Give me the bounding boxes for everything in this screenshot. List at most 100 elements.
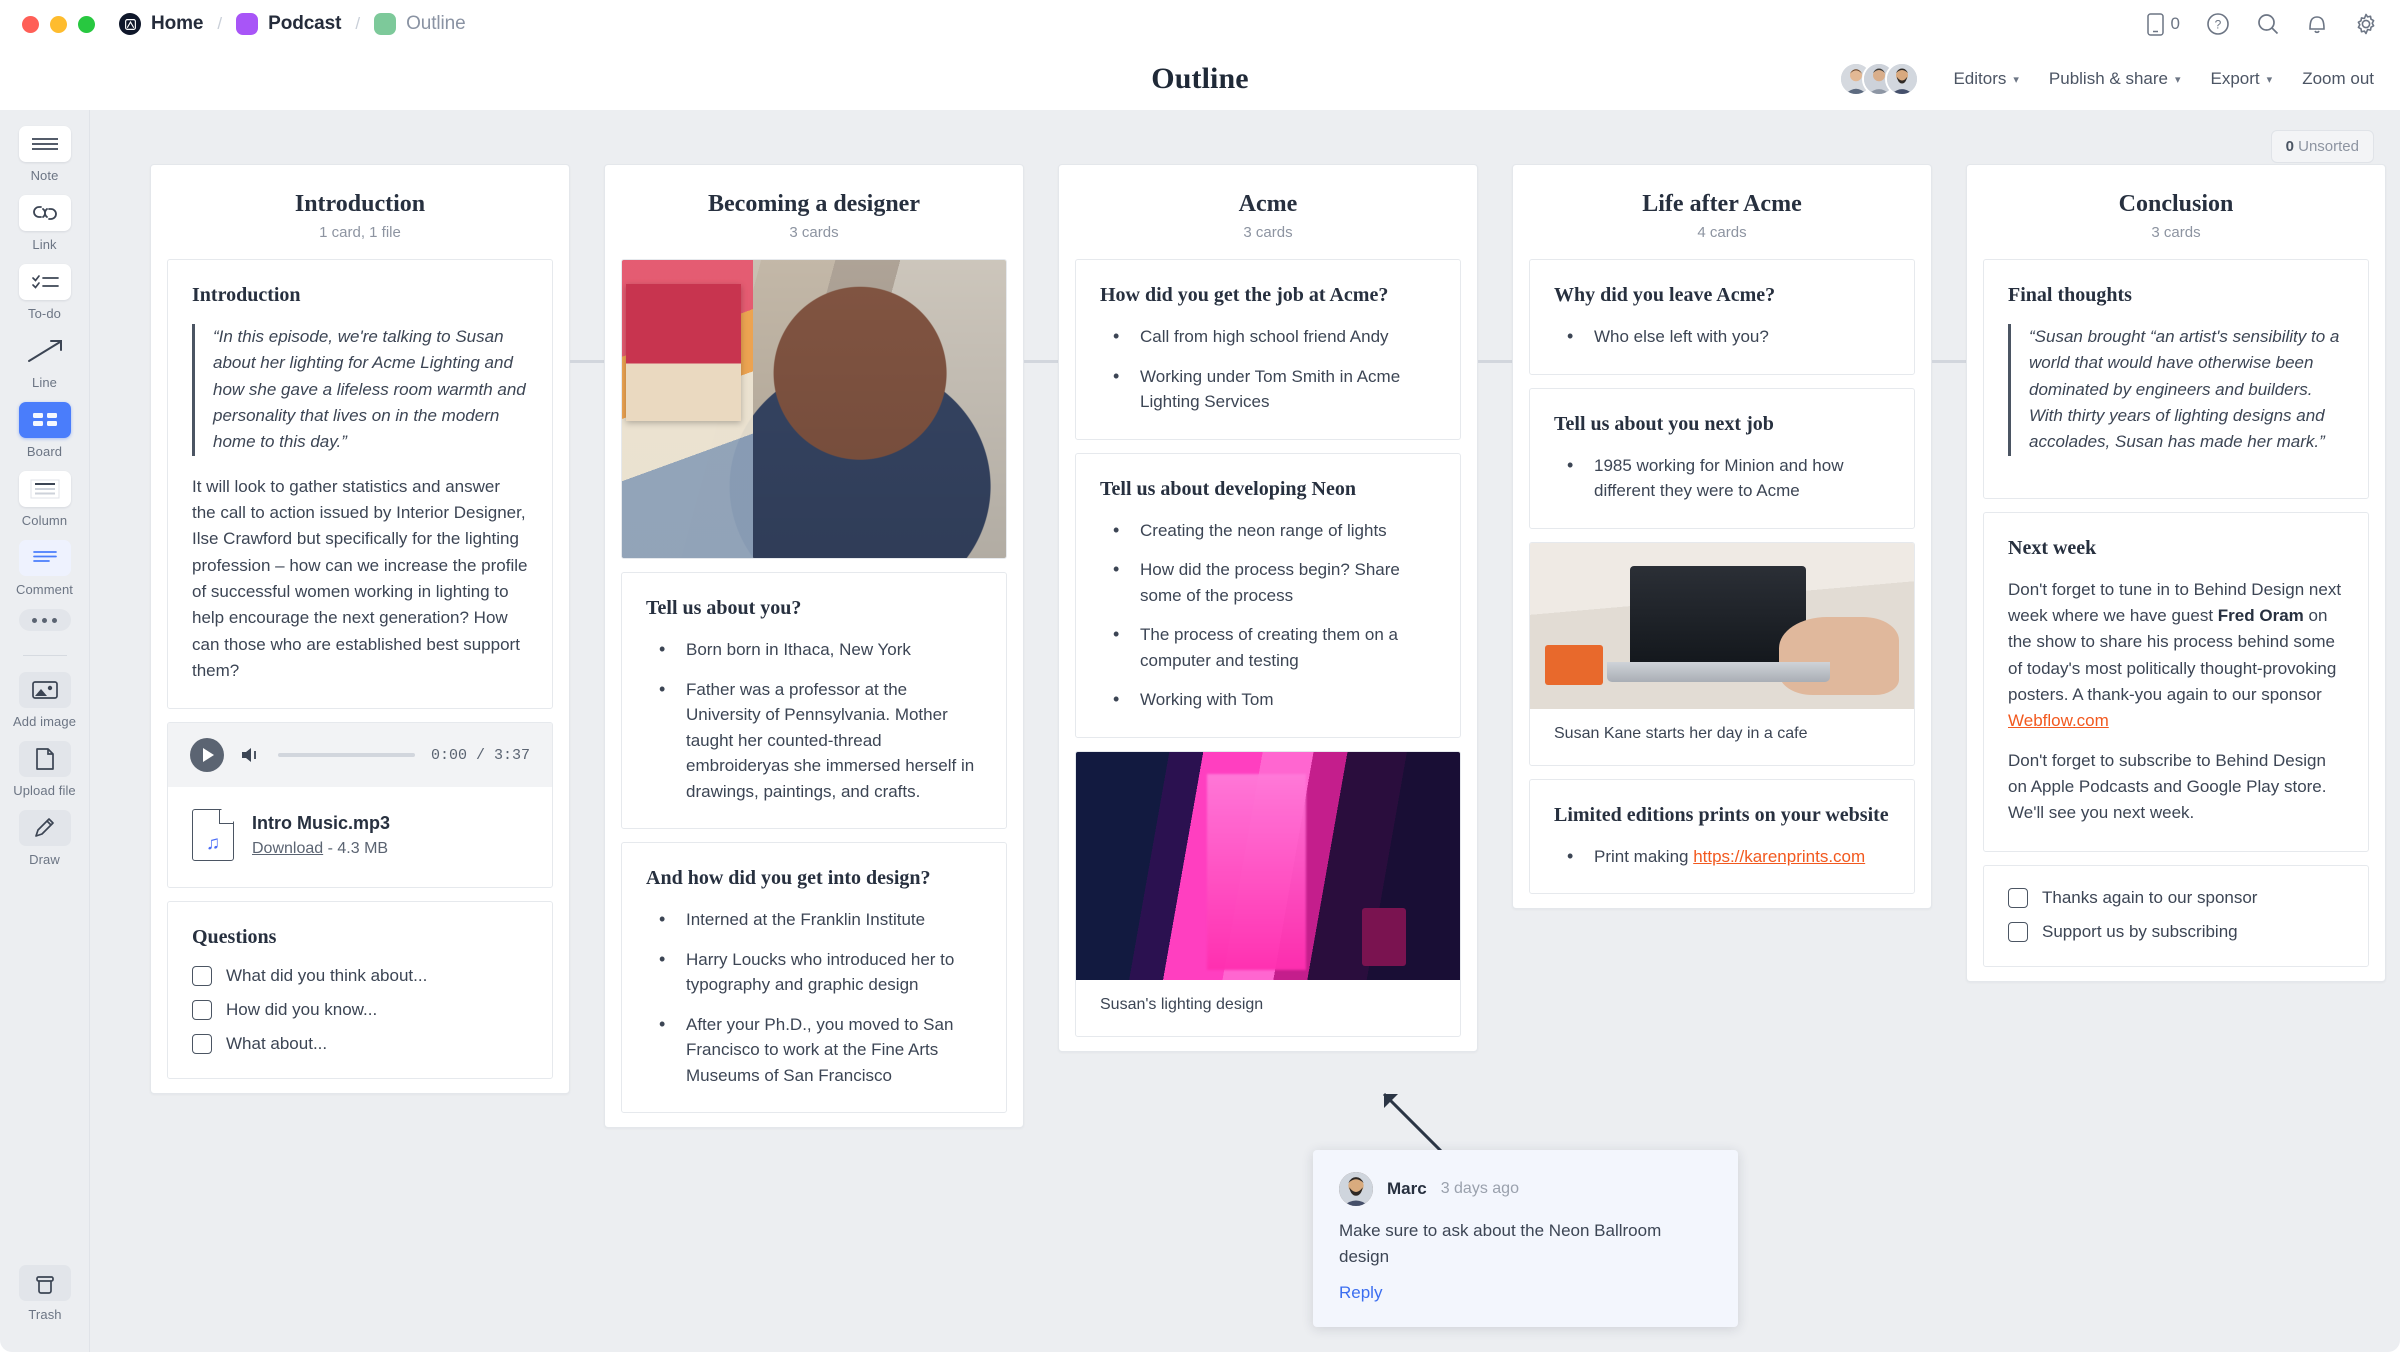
column-life-after-acme[interactable]: Life after Acme 4 cards Why did you leav…: [1512, 164, 1932, 909]
tool-line[interactable]: Line: [0, 333, 90, 390]
zoom-out-button[interactable]: Zoom out: [2302, 69, 2374, 89]
download-link[interactable]: Download: [252, 840, 323, 857]
audio-player[interactable]: 0:00 / 3:37: [168, 723, 552, 788]
tool-comment[interactable]: Comment: [0, 540, 90, 597]
card-next-job[interactable]: Tell us about you next job 1985 working …: [1529, 387, 1915, 529]
card-conclusion-todo[interactable]: Thanks again to our sponsor Support us b…: [1983, 864, 2369, 967]
close-window-button[interactable]: [22, 15, 39, 33]
tool-link[interactable]: Link: [0, 195, 90, 252]
column-conclusion[interactable]: Conclusion 3 cards Final thoughts “Susan…: [1966, 164, 2386, 982]
card-title: Limited editions prints on your website: [1554, 803, 1889, 826]
tool-board-label: Board: [26, 444, 63, 459]
todo-item[interactable]: How did you know...: [192, 1000, 528, 1021]
todo-icon: [18, 264, 71, 300]
settings-gear-icon[interactable]: [2354, 12, 2378, 36]
tool-note[interactable]: Note: [0, 126, 90, 183]
breadcrumb-item-podcast[interactable]: Podcast: [236, 13, 341, 35]
card-neon-image[interactable]: Susan's lighting design: [1075, 750, 1461, 1037]
bullet-item: Working with Tom: [1100, 686, 1436, 712]
card-designer-image[interactable]: [621, 259, 1007, 559]
todo-item[interactable]: What did you think about...: [192, 966, 528, 987]
column-becoming-a-designer[interactable]: Becoming a designer 3 cards Tell us abou…: [604, 164, 1024, 1128]
card-introduction-note[interactable]: Introduction “In this episode, we're tal…: [167, 259, 553, 710]
card-why-did-you-leave-acme[interactable]: Why did you leave Acme? Who else left wi…: [1529, 259, 1915, 375]
todo-item[interactable]: Thanks again to our sponsor: [2008, 887, 2344, 908]
card-developing-neon[interactable]: Tell us about developing Neon Creating t…: [1075, 452, 1461, 738]
card-title: Introduction: [192, 284, 301, 306]
card-final-thoughts[interactable]: Final thoughts “Susan brought “an artist…: [1983, 259, 2369, 499]
editor-avatars[interactable]: [1839, 62, 1920, 96]
search-icon[interactable]: [2256, 12, 2280, 36]
todo-item[interactable]: Support us by subscribing: [2008, 921, 2344, 942]
card-how-did-you-get-into-design[interactable]: And how did you get into design? Interne…: [621, 842, 1007, 1113]
svg-text:?: ?: [2215, 18, 2222, 32]
notifications-bell-icon[interactable]: [2306, 12, 2328, 36]
column-acme[interactable]: Acme 3 cards How did you get the job at …: [1058, 164, 1478, 1052]
play-button[interactable]: [190, 738, 224, 773]
card-limited-editions-prints[interactable]: Limited editions prints on your website …: [1529, 778, 1915, 894]
card-next-week[interactable]: Next week Don't forget to tune in to Beh…: [1983, 511, 2369, 852]
todo-label: Thanks again to our sponsor: [2042, 887, 2258, 907]
volume-icon[interactable]: [240, 746, 262, 764]
file-attachment[interactable]: ♫ Intro Music.mp3 Download - 4.3 MB: [168, 787, 552, 887]
comment-pointer-arrow: [1382, 1092, 1444, 1154]
bullet-item: Working under Tom Smith in Acme Lighting…: [1100, 363, 1436, 415]
tool-draw[interactable]: Draw: [0, 810, 90, 867]
file-name: Intro Music.mp3: [252, 812, 391, 833]
checkbox[interactable]: [2008, 887, 2028, 908]
tool-trash[interactable]: Trash: [0, 1265, 90, 1322]
column-subtitle: 3 cards: [1243, 224, 1293, 241]
bullet-list: Interned at the Franklin Institute Harry…: [646, 906, 982, 1088]
card-title: How did you get the job at Acme?: [1100, 284, 1389, 306]
audio-progress-slider[interactable]: [278, 753, 415, 758]
export-dropdown[interactable]: Export ▾: [2211, 69, 2273, 89]
tool-column[interactable]: Column: [0, 471, 90, 528]
column-connector: [570, 360, 604, 363]
column-subtitle: 1 card, 1 file: [319, 224, 401, 241]
column-header: Acme 3 cards: [1059, 165, 1477, 259]
unsorted-badge[interactable]: 0 Unsorted: [2270, 130, 2374, 163]
webflow-link[interactable]: Webflow.com: [2008, 711, 2109, 730]
breadcrumb-item-outline[interactable]: Outline: [374, 13, 466, 35]
card-how-did-you-get-the-job[interactable]: How did you get the job at Acme? Call fr…: [1075, 259, 1461, 440]
checkbox[interactable]: [192, 1034, 212, 1055]
bullet-list: Print making https://karenprints.com: [1554, 843, 1890, 869]
column-subtitle: 4 cards: [1697, 224, 1747, 241]
todo-item[interactable]: What about...: [192, 1034, 528, 1055]
publish-share-dropdown[interactable]: Publish & share ▾: [2049, 69, 2181, 89]
comment-author: Marc: [1387, 1179, 1427, 1198]
help-icon[interactable]: ?: [2206, 12, 2230, 36]
column-connector: [1478, 360, 1512, 363]
tool-draw-label: Draw: [29, 852, 60, 867]
avatar[interactable]: [1885, 62, 1920, 96]
card-tell-us-about-you[interactable]: Tell us about you? Born born in Ithaca, …: [621, 572, 1007, 829]
tool-add-image[interactable]: Add image: [0, 672, 90, 729]
column-body: Final thoughts “Susan brought “an artist…: [1967, 259, 2385, 967]
editors-dropdown[interactable]: Editors ▾: [1953, 69, 2018, 89]
board-canvas[interactable]: 0 Unsorted Introduction 1 card, 1 file I…: [90, 110, 2400, 1352]
card-audio-file[interactable]: 0:00 / 3:37 ♫ Intro Music.mp3 Download -…: [167, 722, 553, 889]
milanote-logo-icon: [119, 13, 141, 35]
board-icon: [18, 402, 71, 438]
bullet-item: 1985 working for Minion and how differen…: [1554, 452, 1890, 504]
karenprints-link[interactable]: https://karenprints.com: [1693, 847, 1865, 866]
comment-popup[interactable]: Marc 3 days ago Make sure to ask about t…: [1313, 1150, 1738, 1327]
checkbox[interactable]: [2008, 921, 2028, 942]
comment-timestamp: 3 days ago: [1440, 1180, 1519, 1197]
tool-note-label: Note: [30, 168, 59, 183]
comment-reply-button[interactable]: Reply: [1339, 1283, 1712, 1303]
card-laptop-image[interactable]: Susan Kane starts her day in a cafe: [1529, 541, 1915, 766]
breadcrumb: Home / Podcast / Outline: [119, 13, 466, 35]
checkbox[interactable]: [192, 966, 212, 987]
maximize-window-button[interactable]: [78, 15, 95, 33]
tool-board[interactable]: Board: [0, 402, 90, 459]
checkbox[interactable]: [192, 1000, 212, 1021]
breadcrumb-item-home[interactable]: Home: [119, 13, 203, 35]
tool-more-options[interactable]: [0, 609, 90, 631]
column-introduction[interactable]: Introduction 1 card, 1 file Introduction…: [150, 164, 570, 1095]
tool-todo[interactable]: To-do: [0, 264, 90, 321]
tool-upload-file[interactable]: Upload file: [0, 741, 90, 798]
card-questions-todo[interactable]: Questions What did you think about... Ho…: [167, 901, 553, 1080]
mobile-icon[interactable]: 0: [2146, 12, 2180, 36]
minimize-window-button[interactable]: [50, 15, 67, 33]
